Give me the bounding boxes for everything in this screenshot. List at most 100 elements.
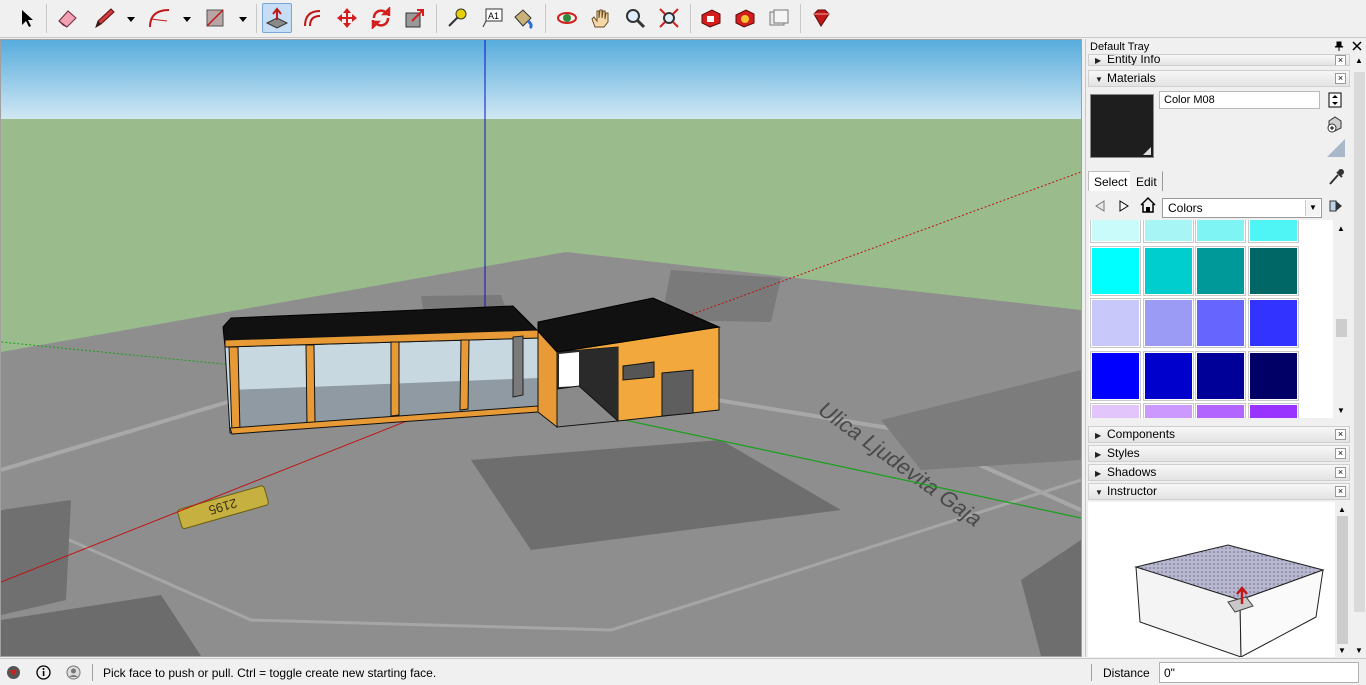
pencil-icon[interactable] xyxy=(90,3,120,33)
material-swatch[interactable] xyxy=(1142,245,1194,296)
zoom-extents-icon[interactable] xyxy=(654,3,684,33)
default-material-icon[interactable] xyxy=(1326,138,1346,161)
eraser-icon[interactable] xyxy=(52,3,82,33)
material-swatch[interactable] xyxy=(1090,298,1141,348)
back-arrow-icon[interactable] xyxy=(1092,198,1108,217)
credits-info-icon[interactable] xyxy=(36,665,51,680)
material-swatch[interactable] xyxy=(1195,220,1246,243)
geo-location-icon[interactable] xyxy=(6,665,21,680)
material-swatch[interactable] xyxy=(1090,350,1141,401)
scroll-down-icon[interactable]: ▼ xyxy=(1355,646,1363,655)
scrollbar-thumb[interactable] xyxy=(1336,319,1347,337)
rectangle-icon[interactable] xyxy=(200,3,230,33)
pin-icon[interactable] xyxy=(1334,41,1344,54)
scroll-down-icon[interactable]: ▼ xyxy=(1337,406,1345,415)
tape-measure-icon[interactable] xyxy=(442,3,472,33)
close-icon[interactable]: × xyxy=(1335,73,1346,84)
measurement-input[interactable]: 0" xyxy=(1159,662,1359,683)
panel-styles[interactable]: ▶ Styles × xyxy=(1088,445,1350,462)
material-swatch[interactable] xyxy=(1247,298,1299,348)
material-library-select[interactable]: Colors ▼ xyxy=(1162,198,1322,218)
close-icon[interactable]: × xyxy=(1335,429,1346,440)
chevron-down-icon[interactable] xyxy=(182,14,192,24)
panel-instructor[interactable]: ▼ Instructor × xyxy=(1088,483,1350,500)
default-tray: Default Tray ▶ Entity Info × ▼ Materials ×… xyxy=(1085,39,1366,658)
tray-scrollbar[interactable]: ▲ ▼ xyxy=(1352,54,1366,657)
house-model[interactable] xyxy=(222,297,721,435)
current-material-swatch[interactable] xyxy=(1090,94,1154,158)
scroll-down-icon[interactable]: ▼ xyxy=(1338,646,1346,655)
push-pull-icon[interactable] xyxy=(262,3,292,33)
close-icon[interactable] xyxy=(1352,40,1362,54)
zoom-magnifier-icon[interactable] xyxy=(620,3,650,33)
close-icon[interactable]: × xyxy=(1335,467,1346,478)
tab-edit[interactable]: Edit xyxy=(1130,171,1163,191)
scrollbar-thumb[interactable] xyxy=(1337,516,1348,644)
home-icon[interactable] xyxy=(1139,196,1157,217)
close-icon[interactable]: × xyxy=(1335,486,1346,497)
scale-icon[interactable] xyxy=(400,3,430,33)
material-swatch[interactable] xyxy=(1247,220,1299,243)
material-swatch[interactable] xyxy=(1142,298,1194,348)
create-material-icon[interactable] xyxy=(1326,115,1344,136)
offset-icon[interactable] xyxy=(298,3,328,33)
material-swatch[interactable] xyxy=(1142,220,1194,243)
push-pull-illustration xyxy=(1134,544,1325,658)
warehouse-icon[interactable] xyxy=(696,3,726,33)
scene-canvas[interactable]: Ulica Ljudevita Gaja 2195 xyxy=(1,40,1081,656)
toolbar-separator xyxy=(46,4,47,33)
sample-paint-eyedropper-icon[interactable] xyxy=(1328,168,1344,189)
material-swatch[interactable] xyxy=(1195,245,1246,296)
material-swatch[interactable] xyxy=(1142,350,1194,401)
close-icon[interactable]: × xyxy=(1335,55,1346,65)
chevron-down-icon[interactable] xyxy=(238,14,248,24)
material-swatch[interactable] xyxy=(1090,245,1141,296)
material-swatch[interactable] xyxy=(1195,298,1246,348)
material-swatch[interactable] xyxy=(1195,403,1246,418)
text-tool-icon[interactable]: A1 xyxy=(477,3,507,33)
garage-opening-light xyxy=(559,352,579,387)
close-icon[interactable]: × xyxy=(1335,448,1346,459)
scroll-up-icon[interactable]: ▲ xyxy=(1355,56,1363,65)
material-name-input[interactable]: Color M08 xyxy=(1159,91,1320,109)
material-swatch[interactable] xyxy=(1142,403,1194,418)
chevron-down-icon[interactable]: ▼ xyxy=(1305,200,1320,216)
text-tool-label: A1 xyxy=(488,11,499,21)
modeling-viewport[interactable]: Ulica Ljudevita Gaja 2195 xyxy=(0,39,1082,657)
material-library-value: Colors xyxy=(1168,201,1203,215)
arc-icon[interactable] xyxy=(145,3,175,33)
status-bar: Pick face to push or pull. Ctrl = toggle… xyxy=(0,658,1366,685)
panel-components-label: Components xyxy=(1107,427,1176,441)
instructor-scrollbar[interactable]: ▲ ▼ xyxy=(1335,502,1350,657)
panel-entity-info[interactable]: ▶ Entity Info × xyxy=(1088,54,1350,66)
material-swatch[interactable] xyxy=(1090,220,1141,243)
chevron-down-icon[interactable] xyxy=(126,14,136,24)
panel-materials[interactable]: ▼ Materials × xyxy=(1088,70,1350,87)
pan-hand-icon[interactable] xyxy=(586,3,616,33)
layout-send-icon[interactable] xyxy=(764,3,794,33)
details-arrow-icon[interactable] xyxy=(1329,198,1343,217)
scrollbar-thumb[interactable] xyxy=(1354,72,1365,612)
panel-shadows[interactable]: ▶ Shadows × xyxy=(1088,464,1350,481)
material-swatch[interactable] xyxy=(1090,403,1141,418)
material-swatch[interactable] xyxy=(1247,403,1299,418)
rotate-icon[interactable] xyxy=(366,3,396,33)
user-account-icon[interactable] xyxy=(66,665,81,680)
display-secondary-pane-icon[interactable] xyxy=(1328,92,1342,111)
forward-arrow-icon[interactable] xyxy=(1116,198,1132,217)
material-swatch[interactable] xyxy=(1247,350,1299,401)
swatch-scrollbar[interactable]: ▲ ▼ xyxy=(1334,220,1349,418)
tab-select[interactable]: Select xyxy=(1088,171,1134,191)
move-icon[interactable] xyxy=(332,3,362,33)
paint-bucket-icon[interactable] xyxy=(508,3,538,33)
extension-warehouse-icon[interactable] xyxy=(730,3,760,33)
select-arrow-icon[interactable] xyxy=(11,3,41,33)
ruby-gem-icon[interactable] xyxy=(806,3,836,33)
scroll-up-icon[interactable]: ▲ xyxy=(1337,224,1345,233)
swatch-corner-icon xyxy=(1143,147,1151,155)
scroll-up-icon[interactable]: ▲ xyxy=(1338,505,1346,514)
material-swatch[interactable] xyxy=(1195,350,1246,401)
material-swatch[interactable] xyxy=(1247,245,1299,296)
orbit-icon[interactable] xyxy=(552,3,582,33)
panel-components[interactable]: ▶ Components × xyxy=(1088,426,1350,443)
